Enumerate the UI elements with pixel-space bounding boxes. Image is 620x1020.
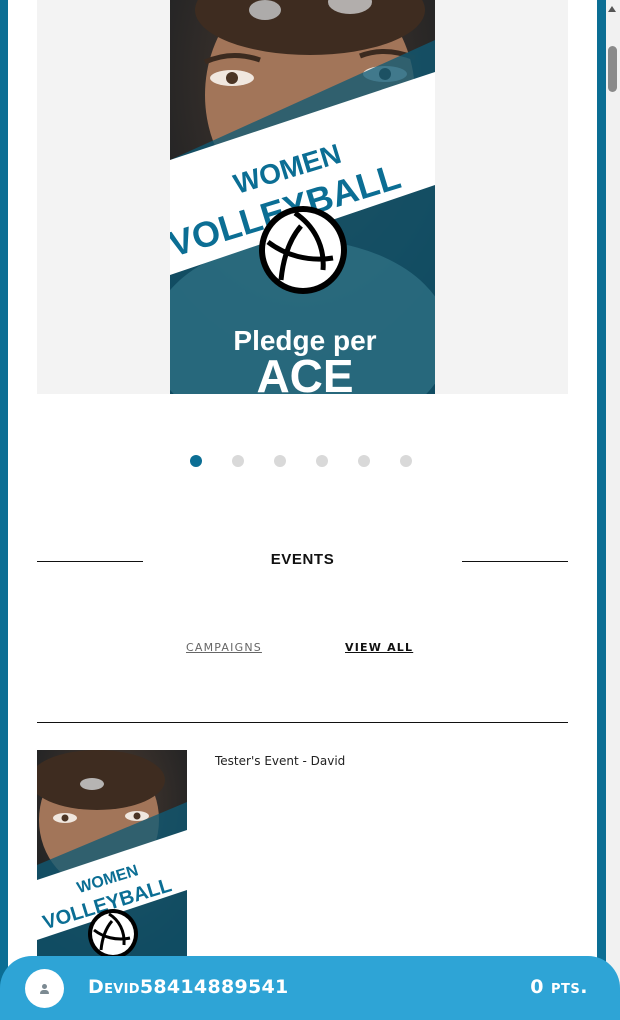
list-divider — [37, 722, 568, 723]
carousel-dot-4[interactable] — [316, 455, 328, 467]
carousel-dot-2[interactable] — [232, 455, 244, 467]
right-frame-border — [597, 0, 606, 1020]
scrollbar-thumb[interactable] — [608, 46, 617, 92]
user-avatar-icon[interactable] — [25, 969, 64, 1008]
event-thumbnail[interactable]: WOMEN VOLLEYBALL — [37, 750, 187, 960]
scroll-up-arrow-icon[interactable] — [608, 6, 616, 12]
user-points-bar: Devid58414889541 0 pts. — [0, 956, 620, 1020]
hero-poster-tagline-2: ACE — [256, 350, 353, 394]
scrollbar-track[interactable] — [606, 0, 620, 1020]
volleyball-icon — [88, 909, 138, 959]
event-title[interactable]: Tester's Event - David — [215, 754, 345, 768]
volleyball-icon — [259, 206, 347, 294]
events-section-title: EVENTS — [270, 551, 335, 568]
username: Devid58414889541 — [88, 976, 289, 998]
section-divider-right — [462, 561, 568, 562]
carousel-dot-1[interactable] — [190, 455, 202, 467]
campaigns-link[interactable]: CAMPAIGNS — [186, 641, 262, 654]
view-all-link[interactable]: VIEW ALL — [345, 641, 413, 654]
points-balance: 0 pts. — [530, 976, 588, 998]
left-frame-border — [0, 0, 8, 1020]
carousel-pagination — [190, 455, 420, 467]
carousel-dot-3[interactable] — [274, 455, 286, 467]
carousel-dot-5[interactable] — [358, 455, 370, 467]
section-divider-left — [37, 561, 143, 562]
carousel-dot-6[interactable] — [400, 455, 412, 467]
hero-slide-poster[interactable]: WOMEN VOLLEYBALL Pledge per ACE — [170, 0, 435, 394]
